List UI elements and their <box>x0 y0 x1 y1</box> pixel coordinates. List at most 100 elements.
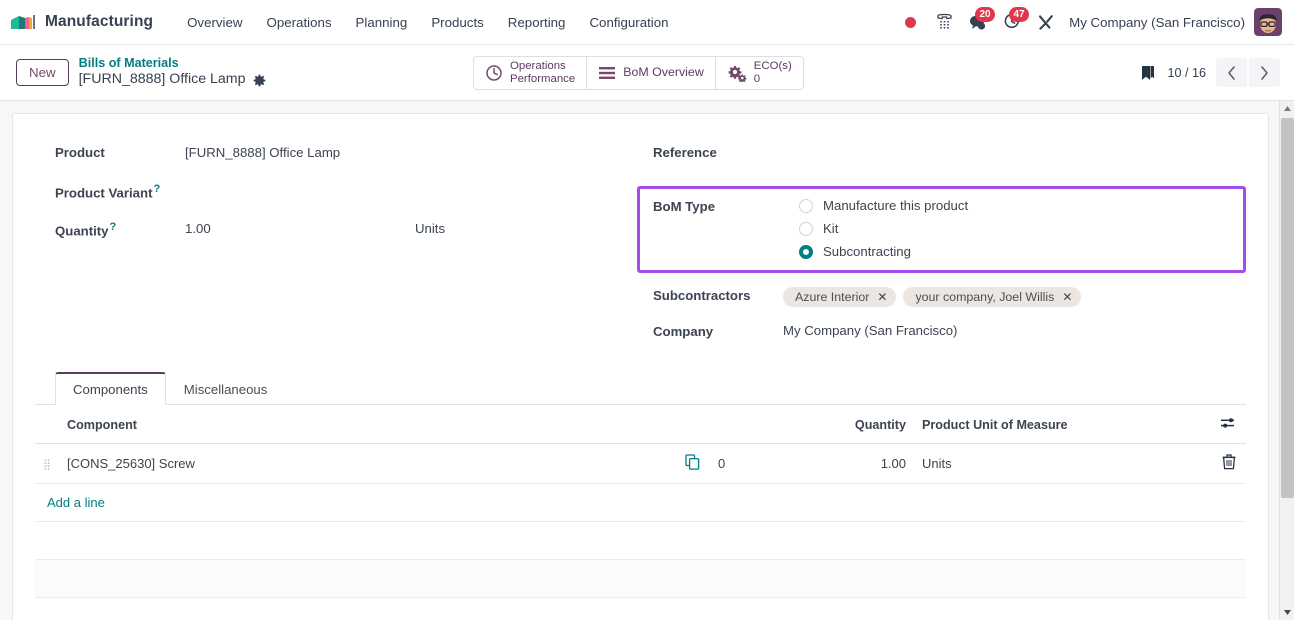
scroll-down-button[interactable] <box>1280 605 1294 620</box>
cell-delete[interactable] <box>1212 443 1246 484</box>
menu-item-reporting[interactable]: Reporting <box>496 9 578 36</box>
company-switcher[interactable]: My Company (San Francisco) <box>1063 15 1254 30</box>
quantity-value[interactable]: 1.00 <box>185 220 415 236</box>
subcontractor-tag-label: your company, Joel Willis <box>915 290 1055 304</box>
scroll-up-button[interactable] <box>1280 101 1294 116</box>
column-handle <box>35 405 61 444</box>
cell-attachment[interactable] <box>672 443 712 484</box>
drag-handle-icon: ⣿ <box>43 459 53 471</box>
column-uom[interactable]: Product Unit of Measure <box>912 405 1212 444</box>
tab-miscellaneous[interactable]: Miscellaneous <box>166 372 286 405</box>
tab-components[interactable]: Components <box>55 372 166 405</box>
bom-type-option-kit-label: Kit <box>823 221 839 236</box>
breadcrumb-current: [FURN_8888] Office Lamp <box>79 71 266 89</box>
form-view-area: Product [FURN_8888] Office Lamp Product … <box>0 101 1294 620</box>
form-columns: Product [FURN_8888] Office Lamp Product … <box>35 134 1246 339</box>
dialpad-button[interactable] <box>927 6 961 38</box>
row-drag-handle[interactable]: ⣿ <box>35 443 61 484</box>
gears-icon <box>728 65 747 82</box>
quantity-label: Quantity? <box>55 220 185 238</box>
scroll-up-arrow-icon <box>1284 106 1291 111</box>
breadcrumb-parent-link[interactable]: Bills of Materials <box>79 56 266 72</box>
empty-row <box>35 521 1246 560</box>
field-company: Company My Company (San Francisco) <box>653 323 1246 339</box>
cell-uom[interactable]: Units <box>912 443 1212 484</box>
menu-item-configuration[interactable]: Configuration <box>577 9 680 36</box>
top-navbar: Manufacturing Overview Operations Planni… <box>0 0 1294 45</box>
add-a-line-button[interactable]: Add a line <box>41 484 111 521</box>
column-attachment <box>672 405 712 444</box>
notebook-tabs: Components Miscellaneous <box>35 371 1246 405</box>
column-options-button[interactable] <box>1212 405 1246 444</box>
table-row[interactable]: ⣿ [CONS_25630] Screw 0 1.00 Units <box>35 443 1246 484</box>
bom-overview-button[interactable]: BoM Overview <box>587 56 716 89</box>
subcontractor-tag[interactable]: your company, Joel Willis ✕ <box>903 287 1082 307</box>
pager-previous-button[interactable] <box>1216 58 1247 87</box>
menu-item-operations[interactable]: Operations <box>255 9 344 36</box>
product-variant-help-icon[interactable]: ? <box>153 183 160 195</box>
brand-home-link[interactable]: Manufacturing <box>10 12 153 32</box>
bom-type-option-kit[interactable]: Kit <box>799 221 968 236</box>
menu-item-overview[interactable]: Overview <box>175 9 254 36</box>
menu-item-products[interactable]: Products <box>419 9 495 36</box>
remove-tag-icon[interactable]: ✕ <box>1062 291 1072 303</box>
eco-button[interactable]: ECO(s) 0 <box>716 57 803 89</box>
quantity-label-text: Quantity <box>55 223 109 239</box>
cell-attachment-count[interactable]: 0 <box>712 443 832 484</box>
record-indicator-button[interactable] <box>893 6 927 38</box>
quantity-help-icon[interactable]: ? <box>109 221 116 233</box>
column-attachment-count <box>712 405 832 444</box>
field-product: Product [FURN_8888] Office Lamp <box>55 144 653 182</box>
column-component[interactable]: Component <box>61 405 672 444</box>
field-reference: Reference <box>653 144 1246 182</box>
tools-button[interactable] <box>1029 6 1063 38</box>
form-right-column: Reference BoM Type Manufacture this prod… <box>637 134 1246 339</box>
column-quantity[interactable]: Quantity <box>832 405 912 444</box>
pager-area: 10 / 16 <box>1139 58 1280 87</box>
bom-type-radio-group: Manufacture this product Kit Subcontract… <box>782 198 968 259</box>
bom-type-highlight-box: BoM Type Manufacture this product Kit Su… <box>637 186 1246 273</box>
gear-icon[interactable] <box>253 74 266 87</box>
subcontractors-tag-list: Azure Interior ✕ your company, Joel Will… <box>766 287 1082 307</box>
record-dot-icon <box>904 16 916 28</box>
op-perf-line1: Operations <box>510 59 566 72</box>
eco-label: ECO(s) 0 <box>754 60 792 86</box>
remove-tag-icon[interactable]: ✕ <box>877 291 887 303</box>
brand-title: Manufacturing <box>45 13 154 30</box>
bom-type-option-manufacture-label: Manufacture this product <box>823 198 969 213</box>
smart-buttons-bar: Operations Performance BoM Overview ECO(… <box>473 55 804 90</box>
messages-button[interactable]: 20 <box>961 6 996 38</box>
breadcrumb: Bills of Materials [FURN_8888] Office La… <box>79 56 266 89</box>
operations-performance-label: Operations Performance <box>510 60 575 86</box>
cell-quantity[interactable]: 1.00 <box>832 443 912 484</box>
subcontractor-tag[interactable]: Azure Interior ✕ <box>783 287 897 307</box>
scroll-thumb[interactable] <box>1281 118 1294 498</box>
reference-label: Reference <box>653 145 717 160</box>
company-value[interactable]: My Company (San Francisco) <box>766 323 957 339</box>
user-avatar-icon[interactable] <box>1254 8 1282 36</box>
vertical-scrollbar[interactable] <box>1279 101 1294 620</box>
trash-icon <box>1222 454 1236 470</box>
pager-next-button[interactable] <box>1249 58 1280 87</box>
empty-row <box>35 559 1246 598</box>
bom-type-option-subcontracting[interactable]: Subcontracting <box>799 244 968 259</box>
messages-count-badge: 20 <box>975 7 996 22</box>
product-value[interactable]: [FURN_8888] Office Lamp <box>185 144 340 160</box>
menu-item-planning[interactable]: Planning <box>344 9 420 36</box>
product-variant-label-text: Product Variant <box>55 185 153 201</box>
bom-type-option-manufacture[interactable]: Manufacture this product <box>799 198 968 213</box>
activities-button[interactable]: 47 <box>995 6 1030 38</box>
quantity-uom[interactable]: Units <box>415 220 445 236</box>
operations-performance-button[interactable]: Operations Performance <box>474 56 588 89</box>
new-button[interactable]: New <box>16 58 69 87</box>
scroll-down-arrow-icon <box>1284 610 1291 615</box>
radio-checked-icon <box>799 244 813 259</box>
chevron-right-icon <box>1261 65 1268 80</box>
components-table-body: ⣿ [CONS_25630] Screw 0 1.00 Units Add a … <box>35 443 1246 620</box>
pager-value[interactable]: 10 / 16 <box>1167 66 1206 80</box>
copy-documents-icon <box>684 454 699 470</box>
cell-component[interactable]: [CONS_25630] Screw <box>61 443 672 484</box>
components-table: Component Quantity Product Unit of Measu… <box>35 405 1246 620</box>
bookmark-icon[interactable] <box>1139 63 1157 83</box>
form-left-column: Product [FURN_8888] Office Lamp Product … <box>35 134 653 339</box>
